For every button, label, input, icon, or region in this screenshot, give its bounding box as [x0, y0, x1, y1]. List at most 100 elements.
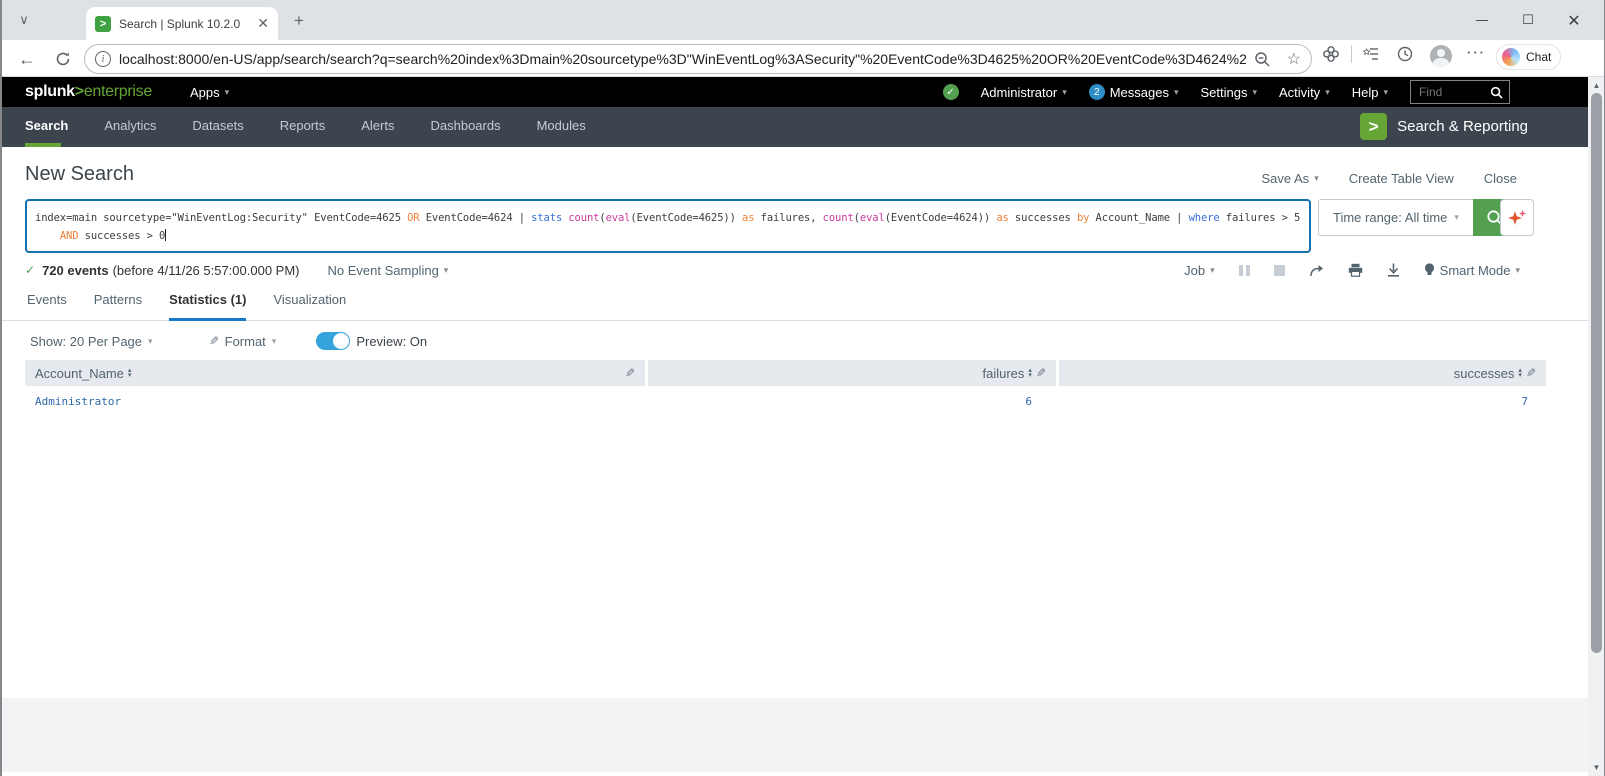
tab-patterns[interactable]: Patterns — [94, 292, 142, 320]
format-pencil-icon: ✎ — [208, 334, 219, 348]
find-searchbox[interactable] — [1410, 80, 1510, 104]
splunk-favicon: > — [95, 15, 111, 32]
nav-item-analytics[interactable]: Analytics — [104, 118, 174, 147]
app-name-label: Search & Reporting — [1397, 118, 1528, 135]
ai-assistant-button[interactable] — [1500, 199, 1534, 236]
stop-icon[interactable] — [1273, 264, 1285, 276]
tab-visualization[interactable]: Visualization — [273, 292, 346, 320]
favorites-icon[interactable] — [1362, 45, 1380, 63]
help-label: Help — [1351, 84, 1379, 100]
pause-icon[interactable] — [1238, 264, 1250, 276]
column-header-failures[interactable]: failures ▴ ▾ ✎ — [648, 360, 1056, 386]
messages-count-badge: 2 — [1088, 84, 1105, 100]
export-icon[interactable] — [1387, 263, 1400, 277]
column-header-successes[interactable]: successes ▴ ▾ ✎ — [1059, 360, 1546, 386]
logo-word: splunk — [25, 83, 75, 100]
edit-column-icon[interactable]: ✎ — [1036, 366, 1046, 380]
user-menu[interactable]: Administrator ▾ — [981, 85, 1067, 100]
nav-item-reports[interactable]: Reports — [280, 118, 344, 147]
extensions-icon[interactable] — [1322, 45, 1340, 63]
bookmark-star-icon[interactable]: ☆ — [1287, 49, 1301, 69]
activity-menu[interactable]: Activity ▾ — [1279, 85, 1330, 100]
url-text[interactable]: localhost:8000/en-US/app/search/search?q… — [119, 51, 1246, 67]
nav-item-alerts[interactable]: Alerts — [361, 118, 412, 147]
tab-statistics[interactable]: Statistics (1) — [169, 292, 247, 321]
nav-item-datasets[interactable]: Datasets — [192, 118, 261, 147]
column-label: failures — [982, 365, 1025, 381]
job-done-check-icon: ✓ — [25, 263, 36, 277]
help-menu[interactable]: Help ▾ — [1352, 85, 1388, 100]
create-table-view-label: Create Table View — [1348, 171, 1454, 186]
sort-icon[interactable]: ▴ ▾ — [1028, 367, 1032, 379]
time-range-picker[interactable]: Time range: All time ▾ — [1318, 199, 1473, 236]
profile-avatar[interactable] — [1430, 45, 1452, 67]
current-app[interactable]: > Search & Reporting — [1360, 113, 1528, 140]
toggle-switch[interactable] — [316, 332, 351, 350]
toolbar-divider — [1351, 45, 1352, 63]
page-title: New Search — [25, 163, 134, 185]
share-icon[interactable] — [1309, 264, 1324, 277]
site-info-icon[interactable]: i — [95, 51, 111, 67]
tab-search-chevron-icon[interactable]: ∨ — [10, 8, 38, 32]
cell-successes[interactable]: 7 — [1059, 388, 1546, 414]
window-close-button[interactable]: ✕ — [1551, 0, 1597, 40]
apps-label: Apps — [189, 84, 220, 100]
table-header-row: Account_Name ▴ ▾ ✎ failures ▴ ▾ ✎ successe… — [25, 360, 1546, 386]
browser-menu-icon[interactable]: ··· — [1467, 45, 1486, 60]
column-header-account-name[interactable]: Account_Name ▴ ▾ ✎ — [25, 360, 645, 386]
settings-menu[interactable]: Settings ▾ — [1201, 85, 1258, 100]
nav-item-search[interactable]: Search — [25, 118, 86, 147]
user-label: Administrator — [980, 84, 1058, 100]
search-query-text[interactable]: index=main sourcetype="WinEventLog:Secur… — [35, 209, 1303, 245]
apps-menu[interactable]: Apps ▾ — [190, 85, 229, 100]
table-row: Administrator 6 7 — [25, 388, 1546, 414]
find-input[interactable] — [1417, 84, 1484, 100]
scroll-up-icon[interactable]: ▲ — [1588, 81, 1605, 90]
search-mode-menu[interactable]: Smart Mode ▾ — [1424, 263, 1520, 278]
close-button[interactable]: Close — [1484, 171, 1517, 186]
health-check-icon[interactable]: ✓ — [942, 84, 959, 100]
cell-failures[interactable]: 6 — [648, 388, 1056, 414]
refresh-icon[interactable] — [50, 46, 76, 72]
job-menu[interactable]: Job ▾ — [1184, 263, 1215, 278]
browser-tab-title: Search | Splunk 10.2.0 — [119, 16, 241, 31]
browser-tab[interactable]: > Search | Splunk 10.2.0 ✕ — [86, 7, 278, 40]
window-minimize-button[interactable]: — — [1459, 0, 1505, 40]
save-as-button[interactable]: Save As ▾ — [1261, 171, 1318, 186]
back-icon[interactable]: ← — [14, 46, 40, 72]
browser-titlebar: ∨ > Search | Splunk 10.2.0 ✕ + — ☐ ✕ — [0, 0, 1605, 40]
window-controls: — ☐ ✕ — [1459, 0, 1597, 40]
preview-toggle[interactable]: Preview: On — [316, 332, 427, 350]
nav-item-modules[interactable]: Modules — [537, 118, 604, 147]
per-page-menu[interactable]: Show: 20 Per Page ▾ — [30, 334, 153, 349]
zoom-out-icon[interactable] — [1254, 51, 1271, 68]
address-bar[interactable]: i localhost:8000/en-US/app/search/search… — [84, 44, 1312, 74]
edit-column-icon[interactable]: ✎ — [1526, 366, 1536, 380]
search-query-editor[interactable]: index=main sourcetype="WinEventLog:Secur… — [25, 199, 1311, 253]
history-icon[interactable] — [1396, 45, 1414, 63]
create-table-view-button[interactable]: Create Table View — [1349, 171, 1454, 186]
avatar — [1430, 45, 1452, 67]
copilot-chat-button[interactable]: Chat — [1496, 44, 1562, 70]
messages-label: Messages — [1109, 84, 1169, 100]
event-sampling-menu[interactable]: No Event Sampling ▾ — [328, 263, 449, 278]
scroll-down-icon[interactable]: ▼ — [1588, 763, 1605, 772]
edit-column-icon[interactable]: ✎ — [625, 366, 635, 380]
sort-icon[interactable]: ▴ ▾ — [128, 367, 132, 379]
column-label: Account_Name — [35, 365, 124, 381]
page-scrollbar[interactable]: ▲ ▼ — [1588, 77, 1605, 776]
nav-item-dashboards[interactable]: Dashboards — [430, 118, 518, 147]
scrollbar-thumb[interactable] — [1591, 93, 1602, 653]
sort-icon[interactable]: ▴ ▾ — [1518, 367, 1522, 379]
window-maximize-button[interactable]: ☐ — [1505, 0, 1551, 40]
print-icon[interactable] — [1348, 263, 1363, 277]
format-menu[interactable]: ✎ Format ▾ — [209, 334, 277, 349]
tab-events[interactable]: Events — [27, 292, 67, 320]
cell-account-name[interactable]: Administrator — [25, 388, 645, 414]
new-tab-button[interactable]: + — [288, 10, 310, 32]
splunk-topbar: splunk>enterprise Apps ▾ ✓ Administrator ▾… — [0, 77, 1588, 107]
close-label: Close — [1483, 171, 1517, 186]
splunk-logo[interactable]: splunk>enterprise — [25, 83, 152, 101]
tab-close-icon[interactable]: ✕ — [257, 15, 269, 32]
messages-menu[interactable]: 2 Messages ▾ — [1088, 84, 1179, 100]
